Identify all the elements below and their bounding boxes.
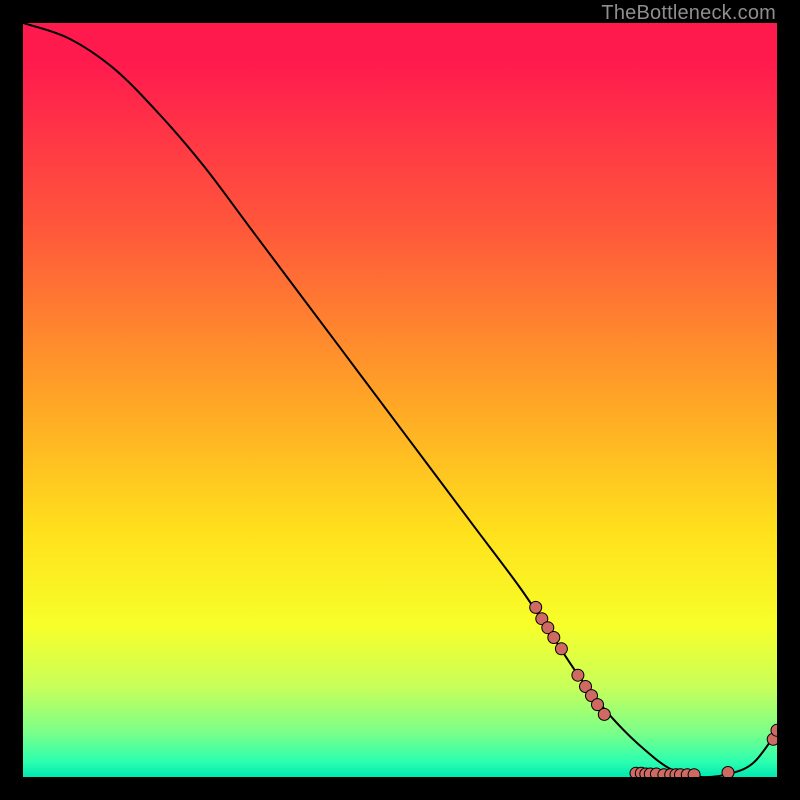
data-marker: [548, 632, 560, 644]
watermark-text: TheBottleneck.com: [601, 2, 776, 25]
data-marker: [598, 708, 610, 720]
data-marker: [555, 643, 567, 655]
data-marker: [688, 769, 700, 777]
plot-area: [23, 23, 777, 777]
data-marker: [572, 669, 584, 681]
data-marker: [530, 601, 542, 613]
marker-layer: [530, 601, 777, 777]
data-marker: [722, 767, 734, 778]
curve-layer: [23, 23, 777, 777]
bottleneck-curve: [23, 23, 777, 777]
chart-stage: TheBottleneck.com: [0, 0, 800, 800]
